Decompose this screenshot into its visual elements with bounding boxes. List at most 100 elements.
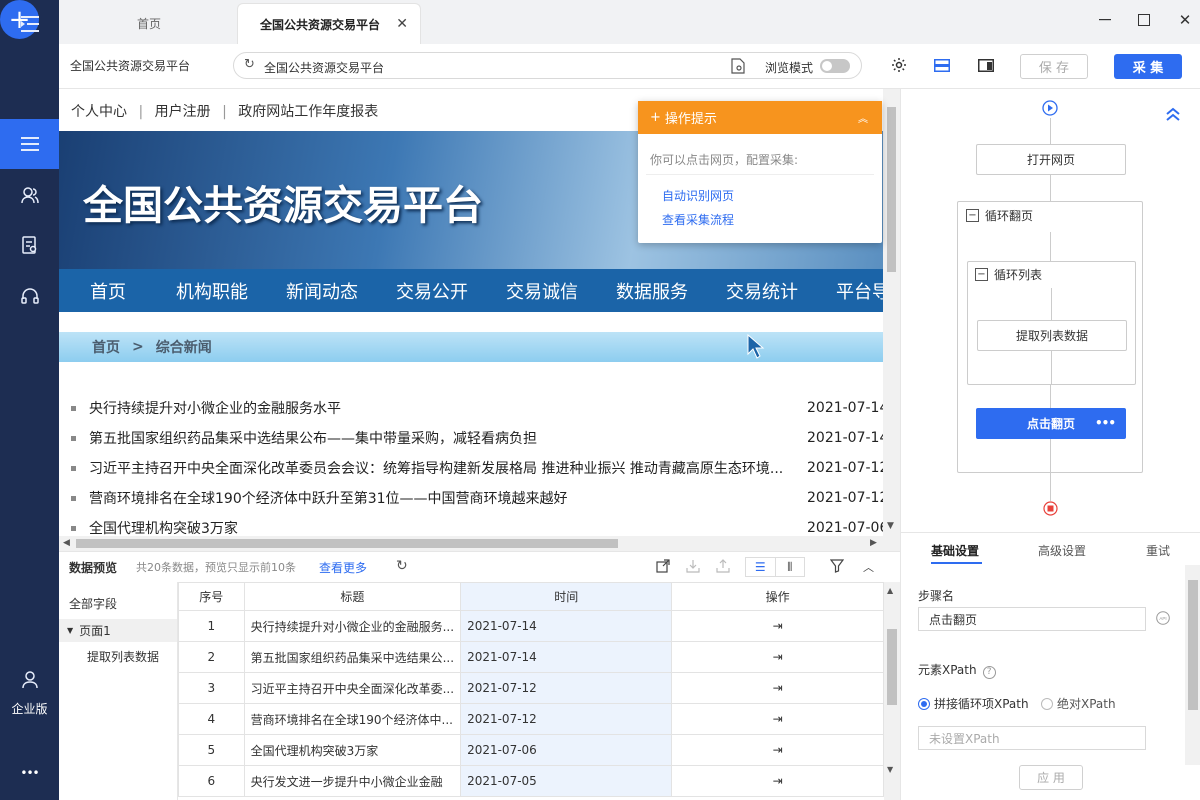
scroll-right-icon[interactable]: ▶ — [870, 538, 877, 548]
collapse-icon[interactable]: ︽ — [858, 110, 868, 125]
close-icon[interactable]: ✕ — [396, 16, 408, 32]
help-icon[interactable]: ? — [982, 666, 996, 679]
scroll-thumb[interactable] — [76, 539, 618, 548]
browse-mode-toggle[interactable] — [820, 59, 850, 73]
all-fields[interactable]: 全部字段 — [69, 595, 117, 612]
table-scrollbar[interactable]: ▲ ▼ — [884, 582, 900, 800]
col-header[interactable]: 操作 — [671, 582, 884, 611]
layout-side-icon[interactable] — [978, 59, 994, 75]
web-horizontal-scrollbar[interactable]: ◀ ▶ — [59, 536, 883, 551]
nav-item[interactable]: 新闻动态 — [286, 278, 358, 304]
apply-button[interactable]: 应 用 — [1019, 765, 1083, 790]
list-icon[interactable] — [0, 119, 59, 169]
users-icon[interactable] — [0, 175, 59, 215]
nav-item[interactable]: 数据服务 — [616, 278, 688, 304]
link-personal-center[interactable]: 个人中心 — [71, 104, 127, 120]
gear-icon[interactable] — [891, 57, 907, 76]
click-next-node[interactable]: 点击翻页 ••• — [976, 408, 1126, 439]
enterprise-label[interactable]: 企业版 — [0, 699, 59, 717]
view-toggle[interactable]: ☰ ⦀ — [745, 557, 805, 577]
column-view-icon[interactable]: ⦀ — [774, 558, 805, 576]
scroll-thumb[interactable] — [1188, 580, 1198, 710]
col-header[interactable]: 时间 — [460, 582, 673, 611]
tab-advanced[interactable]: 高级设置 — [1038, 542, 1086, 559]
headset-icon[interactable] — [0, 276, 59, 316]
cell-title[interactable]: 央行发文进一步提升中小微企业金融 — [243, 765, 462, 797]
reload-icon[interactable]: ↻ — [244, 57, 255, 72]
radio-checked-icon[interactable] — [918, 697, 930, 710]
cell-time[interactable]: 2021-07-05 — [460, 765, 673, 797]
cell-time[interactable]: 2021-07-12 — [460, 672, 673, 704]
cell-time[interactable]: 2021-07-14 — [460, 610, 673, 642]
collapse-icon[interactable]: − — [966, 209, 979, 222]
import-icon[interactable] — [686, 559, 700, 576]
scroll-up-icon[interactable]: ▲ — [887, 586, 893, 595]
tree-node-extract[interactable]: 提取列表数据 — [87, 648, 159, 665]
upload-icon[interactable] — [716, 559, 730, 576]
nav-item[interactable]: 首页 — [90, 278, 126, 304]
xpath-input[interactable]: 未设置XPath — [918, 726, 1146, 750]
scroll-down-icon[interactable]: ▼ — [887, 765, 893, 774]
list-item[interactable]: 第五批国家组织药品集采中选结果公布——集中带量采购，减轻看病负担 2021-07-… — [59, 423, 883, 453]
col-header[interactable]: 序号 — [178, 582, 245, 611]
scroll-thumb[interactable] — [887, 107, 896, 272]
export-icon[interactable] — [656, 559, 670, 576]
tab-retry[interactable]: 重试 — [1146, 542, 1170, 559]
cell-title[interactable]: 营商环境排名在全球190个经济体中... — [243, 703, 462, 735]
scroll-thumb[interactable] — [887, 629, 897, 705]
table-row[interactable]: 5 全国代理机构突破3万家 2021-07-06 ⇥ — [178, 734, 884, 766]
news-title[interactable]: 全国代理机构突破3万家 — [89, 518, 789, 538]
nav-item[interactable]: 平台导 — [836, 278, 883, 304]
cell-title[interactable]: 第五批国家组织药品集采中选结果公... — [243, 641, 462, 673]
row-action-icon[interactable]: ⇥ — [671, 765, 884, 797]
list-item[interactable]: 营商环境排名在全球190个经济体中跃升至第31位——中国营商环境越来越好 2021… — [59, 483, 883, 513]
tab-basic[interactable]: 基础设置 — [931, 542, 979, 559]
loop-page-group[interactable]: − 循环翻页 − 循环列表 提取列表数据 点击翻页 ••• — [957, 201, 1143, 473]
tree-node-page[interactable]: ▼ 页面1 — [59, 619, 177, 642]
refresh-icon[interactable]: ↻ — [396, 558, 408, 574]
news-title[interactable]: 第五批国家组织药品集采中选结果公布——集中带量采购，减轻看病负担 — [89, 428, 789, 448]
page-settings-icon[interactable] — [731, 58, 745, 77]
cell-title[interactable]: 央行持续提升对小微企业的金融服务... — [243, 610, 462, 642]
menu-icon[interactable] — [0, 6, 59, 42]
url-field[interactable]: ↻ 全国公共资源交易平台 浏览模式 — [233, 52, 862, 79]
collapse-panel-icon[interactable] — [1165, 107, 1181, 124]
table-row[interactable]: 6 央行发文进一步提升中小微企业金融 2021-07-05 ⇥ — [178, 765, 884, 797]
tips-header[interactable]: + 操作提示 ︽ — [638, 101, 882, 134]
open-page-node[interactable]: 打开网页 — [976, 144, 1126, 175]
minimize-icon[interactable] — [1095, 10, 1115, 30]
news-title[interactable]: 央行持续提升对小微企业的金融服务水平 — [89, 398, 789, 418]
view-flow-link[interactable]: 查看采集流程 — [662, 211, 734, 228]
document-icon[interactable] — [0, 225, 59, 265]
extract-list-node[interactable]: 提取列表数据 — [977, 320, 1127, 351]
list-view-icon[interactable]: ☰ — [746, 558, 775, 576]
news-title[interactable]: 习近平主持召开中央全面深化改革委员会会议：统筹指导构建新发展格局 推进种业振兴 … — [89, 458, 789, 478]
user-icon[interactable] — [0, 668, 59, 692]
cell-title[interactable]: 习近平主持召开中央全面深化改革委... — [243, 672, 462, 704]
news-title[interactable]: 营商环境排名在全球190个经济体中跃升至第31位——中国营商环境越来越好 — [89, 488, 789, 508]
collapse-icon[interactable]: − — [975, 268, 988, 281]
row-action-icon[interactable]: ⇥ — [671, 610, 884, 642]
table-row[interactable]: 3 习近平主持召开中央全面深化改革委... 2021-07-12 ⇥ — [178, 672, 884, 704]
cell-time[interactable]: 2021-07-06 — [460, 734, 673, 766]
view-more-link[interactable]: 查看更多 — [319, 559, 367, 576]
caret-down-icon[interactable]: ▼ — [67, 626, 73, 635]
nav-item[interactable]: 机构职能 — [176, 278, 248, 304]
radio-absolute-xpath[interactable]: 绝对XPath — [1041, 695, 1116, 712]
tab-home[interactable]: 首页 — [89, 3, 209, 44]
nav-item[interactable]: 交易公开 — [396, 278, 468, 304]
window-close-icon[interactable]: ✕ — [1175, 10, 1195, 30]
tab-current[interactable]: 全国公共资源交易平台 ✕ — [237, 3, 421, 44]
collect-button[interactable]: 采 集 — [1114, 54, 1182, 79]
cell-time[interactable]: 2021-07-14 — [460, 641, 673, 673]
link-annual-report[interactable]: 政府网站工作年度报表 — [238, 104, 378, 120]
more-icon[interactable]: ••• — [1095, 416, 1116, 430]
cell-title[interactable]: 全国代理机构突破3万家 — [243, 734, 462, 766]
table-row[interactable]: 1 央行持续提升对小微企业的金融服务... 2021-07-14 ⇥ — [178, 610, 884, 642]
auto-detect-link[interactable]: 自动识别网页 — [662, 187, 734, 204]
radio-unchecked-icon[interactable] — [1041, 697, 1053, 710]
api-icon[interactable]: API — [1156, 611, 1170, 628]
list-item[interactable]: 央行持续提升对小微企业的金融服务水平 2021-07-14 — [59, 393, 883, 423]
nav-item[interactable]: 交易诚信 — [506, 278, 578, 304]
save-button[interactable]: 保 存 — [1020, 54, 1088, 79]
